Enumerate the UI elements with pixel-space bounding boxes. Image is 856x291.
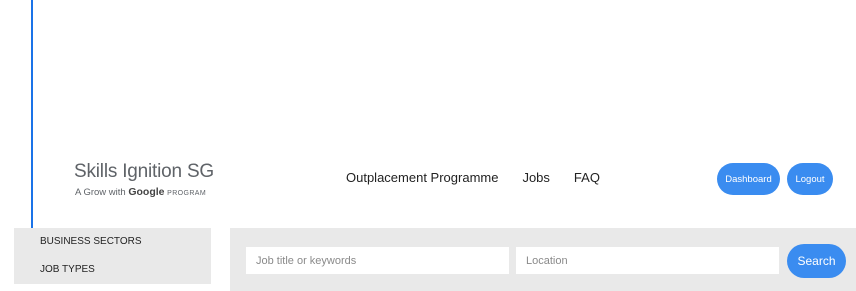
- page: Skills Ignition SG A Grow with Google PR…: [0, 0, 856, 291]
- filter-sidebar: BUSINESS SECTORS JOB TYPES: [14, 228, 211, 284]
- site-header: Skills Ignition SG A Grow with Google PR…: [0, 150, 856, 210]
- logo-sub-prefix: A Grow with: [75, 187, 126, 198]
- sidebar-item-job-types[interactable]: JOB TYPES: [40, 264, 95, 275]
- dashboard-button[interactable]: Dashboard: [717, 163, 780, 195]
- logo-subtitle: A Grow with Google PROGRAM: [75, 186, 206, 198]
- nav-faq[interactable]: FAQ: [574, 170, 600, 185]
- job-search-panel: Search: [230, 228, 856, 291]
- main-nav: Outplacement Programme Jobs FAQ: [346, 170, 600, 185]
- site-logo[interactable]: Skills Ignition SG A Grow with Google PR…: [74, 161, 234, 201]
- search-button[interactable]: Search: [787, 244, 846, 278]
- nav-jobs[interactable]: Jobs: [522, 170, 549, 185]
- sidebar-item-business-sectors[interactable]: BUSINESS SECTORS: [40, 236, 142, 247]
- logo-title: Skills Ignition SG: [74, 161, 215, 182]
- logout-button[interactable]: Logout: [787, 163, 833, 195]
- location-input[interactable]: [516, 247, 779, 274]
- nav-outplacement-programme[interactable]: Outplacement Programme: [346, 170, 498, 185]
- logo-sub-suffix: PROGRAM: [167, 190, 207, 197]
- logo-sub-brand: Google: [128, 186, 165, 198]
- keywords-input[interactable]: [246, 247, 509, 274]
